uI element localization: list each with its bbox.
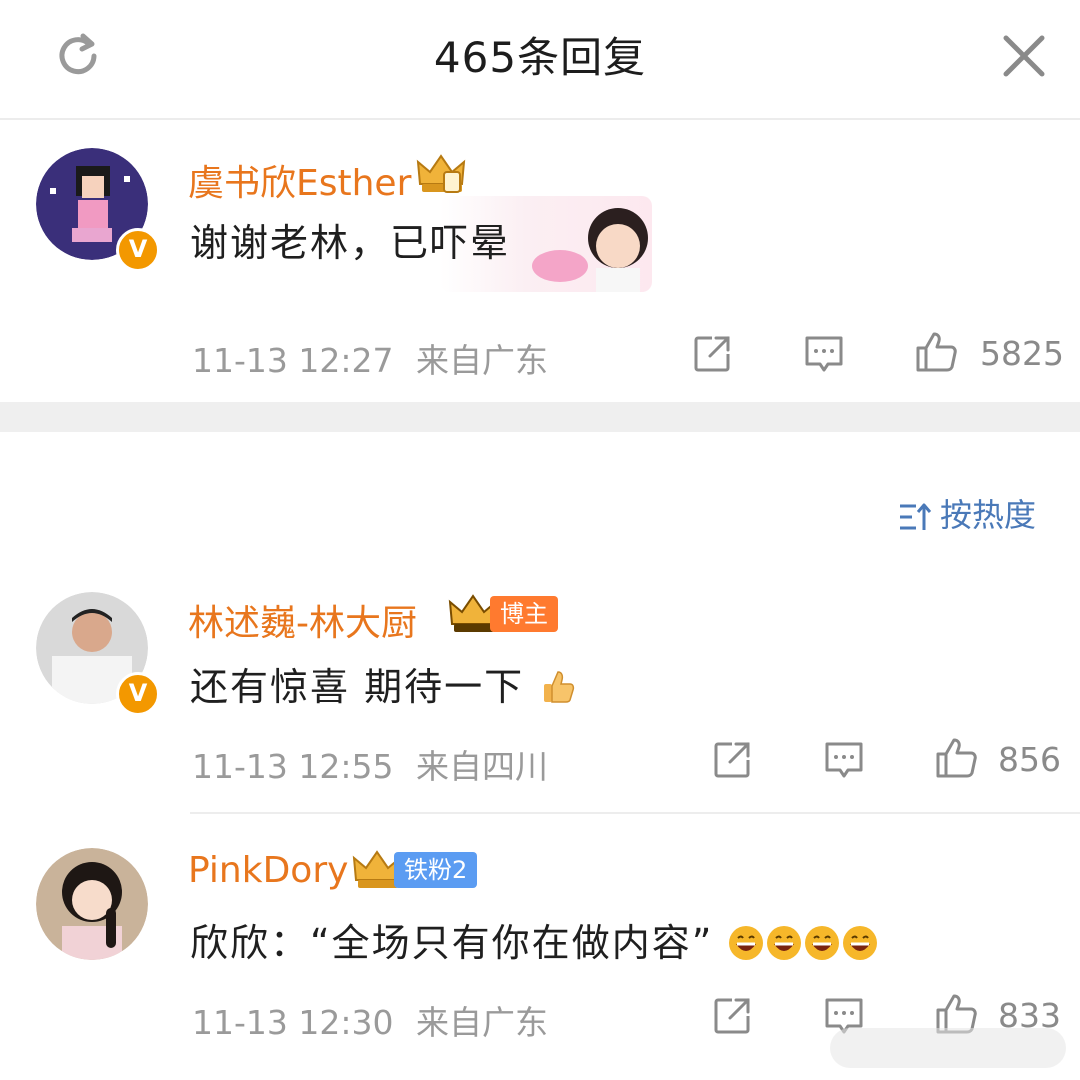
avatar[interactable] [36,848,148,960]
like-icon[interactable] [932,734,980,782]
share-icon[interactable] [710,738,754,782]
sort-label: 按热度 [940,496,1037,534]
like-count: 856 [998,740,1061,779]
grinning-emoji-row [727,921,879,965]
username[interactable]: PinkDory [188,850,348,891]
reply-divider [190,812,1080,814]
fan-level-tag: 铁粉2 [394,852,478,888]
timestamp: 11-13 12:30 [192,1003,394,1042]
blogger-tag: 博主 [490,596,558,632]
thumbs-up-emoji [544,671,575,703]
location: 来自四川 [415,747,548,786]
share-icon[interactable] [690,332,734,376]
grinning-emoji [767,926,802,960]
comment-meta: 11-13 12:27 来自广东 [192,334,548,382]
verified-badge: V [116,672,160,716]
location: 来自广东 [415,341,548,380]
crown-badge-icon [416,154,466,193]
timestamp: 11-13 12:55 [192,747,394,786]
sort-toggle[interactable]: 按热度 [898,490,1036,536]
like-icon[interactable] [912,328,960,376]
comment-icon[interactable] [822,738,866,782]
verified-badge: V [116,228,160,272]
avatar[interactable]: V [36,592,160,716]
grinning-emoji [805,926,840,960]
sort-icon [900,503,932,530]
username[interactable]: 林述巍-林大厨 [188,594,417,646]
location: 来自广东 [415,1003,548,1042]
share-icon[interactable] [710,994,754,1038]
grinning-emoji [729,926,764,960]
comment-meta: 11-13 12:55 来自四川 [192,740,548,788]
page-title: 465条回复 [433,33,647,82]
girl-avatar-image [36,848,148,960]
grinning-emoji [843,926,878,960]
comment-text: 欣欣：“全场只有你在做内容” [190,912,879,967]
header-bar: 465条回复 [0,0,1080,120]
username[interactable]: 虞书欣Esther [188,154,411,206]
section-divider [0,402,1080,432]
close-icon[interactable] [998,30,1050,82]
comment-text: 还有惊喜 期待一下 [190,656,576,711]
timestamp: 11-13 12:27 [192,341,394,380]
avatar[interactable]: V [36,148,160,272]
like-count: 5825 [980,334,1064,373]
comment-text: 谢谢老林，已吓晕 [190,221,511,265]
watermark [830,1028,1066,1068]
comment-meta: 11-13 12:30 来自广东 [192,996,548,1044]
comment-icon[interactable] [802,332,846,376]
